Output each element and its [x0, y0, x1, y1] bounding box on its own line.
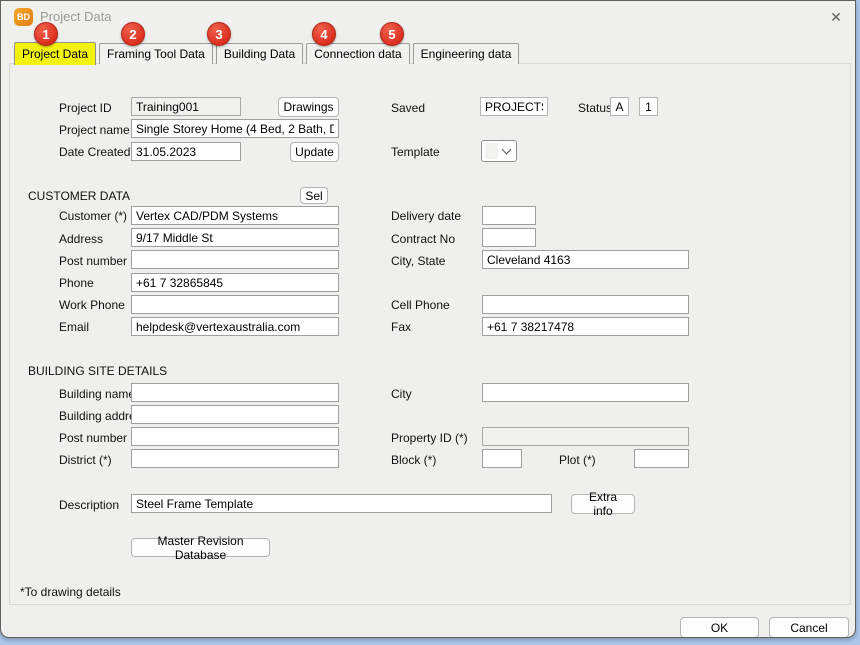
- sel-button[interactable]: Sel: [300, 187, 328, 204]
- phone-field[interactable]: [131, 273, 339, 292]
- post-number-field[interactable]: [131, 250, 339, 269]
- customer-label: Customer (*): [59, 209, 127, 223]
- master-revision-database-button[interactable]: Master Revision Database: [131, 538, 270, 557]
- work-phone-label: Work Phone: [59, 298, 125, 312]
- post-number-label: Post number: [59, 254, 127, 268]
- tab-framing-tool-data[interactable]: Framing Tool Data: [99, 43, 213, 64]
- drawing-details-note: *To drawing details: [20, 585, 121, 599]
- address-field[interactable]: [131, 228, 339, 247]
- email-label: Email: [59, 320, 89, 334]
- app-logo-icon: BD: [14, 8, 33, 26]
- fax-field[interactable]: [482, 317, 689, 336]
- extra-info-button[interactable]: Extra info: [571, 494, 635, 514]
- building-site-header: BUILDING SITE DETAILS: [28, 364, 167, 378]
- city-label: City: [391, 387, 412, 401]
- building-address-field[interactable]: [131, 405, 339, 424]
- plot-label: Plot (*): [559, 453, 596, 467]
- description-label: Description: [59, 498, 119, 512]
- project-name-field[interactable]: [131, 119, 339, 138]
- project-id-field[interactable]: [131, 97, 241, 116]
- property-id-label: Property ID (*): [391, 431, 468, 445]
- status-letter-field[interactable]: [610, 97, 629, 116]
- delivery-date-label: Delivery date: [391, 209, 461, 223]
- tab-strip: Project Data Framing Tool Data Building …: [14, 42, 519, 65]
- date-created-label: Date Created: [59, 145, 130, 159]
- project-name-label: Project name: [59, 123, 130, 137]
- tab-connection-data[interactable]: Connection data: [306, 43, 409, 64]
- plot-field[interactable]: [634, 449, 689, 468]
- template-dropdown[interactable]: [481, 140, 517, 162]
- step-badge-1: 1: [34, 22, 58, 46]
- desktop-background: BD Project Data ✕ Project Data Framing T…: [0, 0, 860, 645]
- step-badge-5: 5: [380, 22, 404, 46]
- property-id-field[interactable]: [482, 427, 689, 446]
- chevron-down-icon: [502, 145, 512, 155]
- phone-label: Phone: [59, 276, 94, 290]
- city-state-field[interactable]: [482, 250, 689, 269]
- city-field[interactable]: [482, 383, 689, 402]
- step-badge-3: 3: [207, 22, 231, 46]
- status-label: Status: [578, 101, 612, 115]
- customer-data-header: CUSTOMER DATA: [28, 189, 130, 203]
- address-label: Address: [59, 232, 103, 246]
- block-label: Block (*): [391, 453, 436, 467]
- step-badge-4: 4: [312, 22, 336, 46]
- drawings-button[interactable]: Drawings: [278, 97, 339, 117]
- step-badge-2: 2: [121, 22, 145, 46]
- ok-button[interactable]: OK: [680, 617, 759, 638]
- city-state-label: City, State: [391, 254, 445, 268]
- block-field[interactable]: [482, 449, 522, 468]
- close-icon[interactable]: ✕: [821, 5, 851, 29]
- site-post-number-field[interactable]: [131, 427, 339, 446]
- tab-building-data[interactable]: Building Data: [216, 43, 303, 64]
- description-field[interactable]: [131, 494, 552, 513]
- date-created-field[interactable]: [131, 142, 241, 161]
- status-number-field[interactable]: [639, 97, 658, 116]
- fax-label: Fax: [391, 320, 411, 334]
- cell-phone-label: Cell Phone: [391, 298, 450, 312]
- window-title: Project Data: [40, 9, 112, 24]
- district-field[interactable]: [131, 449, 339, 468]
- delivery-date-field[interactable]: [482, 206, 536, 225]
- email-field[interactable]: [131, 317, 339, 336]
- template-label: Template: [391, 145, 440, 159]
- contract-no-field[interactable]: [482, 228, 536, 247]
- tab-project-data[interactable]: Project Data: [14, 42, 96, 65]
- customer-field[interactable]: [131, 206, 339, 225]
- saved-label: Saved: [391, 101, 425, 115]
- district-label: District (*): [59, 453, 112, 467]
- work-phone-field[interactable]: [131, 295, 339, 314]
- tab-engineering-data[interactable]: Engineering data: [413, 43, 520, 64]
- building-name-field[interactable]: [131, 383, 339, 402]
- saved-field[interactable]: [480, 97, 548, 116]
- project-id-label: Project ID: [59, 101, 112, 115]
- cell-phone-field[interactable]: [482, 295, 689, 314]
- template-swatch: [485, 143, 498, 159]
- contract-no-label: Contract No: [391, 232, 455, 246]
- project-data-dialog: BD Project Data ✕ Project Data Framing T…: [0, 0, 856, 638]
- cancel-button[interactable]: Cancel: [769, 617, 849, 638]
- update-button[interactable]: Update: [290, 142, 339, 162]
